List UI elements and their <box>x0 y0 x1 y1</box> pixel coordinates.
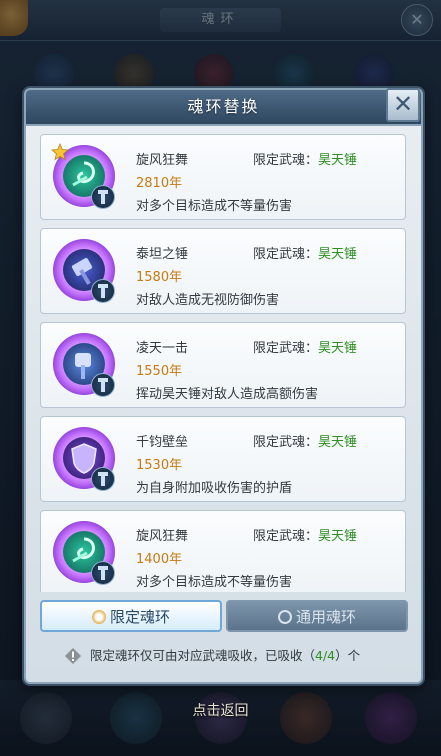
close-icon: ✕ <box>392 90 414 118</box>
ring-card[interactable]: 凌天一击 限定武魂：昊天锤 1550年 挥动昊天锤对敌人造成高额伤害 <box>40 322 406 408</box>
ring-effect: 对多个目标造成不等量伤害 <box>136 575 293 590</box>
tab-limited-rings[interactable]: 限定魂环 <box>40 600 222 632</box>
limit-label: 限定武魂： <box>253 341 319 356</box>
absorb-notice: 限定魂环仅可由对应武魂吸收，已吸收（4/4）个 <box>64 645 394 667</box>
ring-name: 泰坦之锤 <box>136 247 189 262</box>
ring-name: 旋风狂舞 <box>136 529 189 544</box>
limit-value: 昊天锤 <box>318 529 358 544</box>
dialog-title: 魂环替换 <box>187 97 260 116</box>
ring-card[interactable]: 旋风狂舞 限定武魂：昊天锤 2810年 对多个目标造成不等量伤害 <box>40 134 406 220</box>
limit-weapon: 限定武魂：昊天锤 <box>253 431 357 450</box>
limit-value: 昊天锤 <box>318 341 358 356</box>
limit-weapon: 限定武魂：昊天锤 <box>253 149 357 168</box>
ring-effect: 对敌人造成无视防御伤害 <box>136 293 280 308</box>
tab-general-rings[interactable]: 通用魂环 <box>226 600 408 632</box>
weapon-badge-icon <box>91 373 115 397</box>
star-icon <box>51 143 69 161</box>
ring-year: 1400年 <box>136 552 183 567</box>
limit-label: 限定武魂： <box>253 247 319 262</box>
notice-suffix: ）个 <box>335 648 361 663</box>
limit-label: 限定武魂： <box>253 153 319 168</box>
close-button[interactable]: ✕ <box>386 88 420 122</box>
ring-year: 1580年 <box>136 270 183 285</box>
limit-value: 昊天锤 <box>318 153 358 168</box>
ring-effect: 对多个目标造成不等量伤害 <box>136 199 293 214</box>
limit-label: 限定武魂： <box>253 529 319 544</box>
ring-icon <box>277 610 292 624</box>
limit-weapon: 限定武魂：昊天锤 <box>253 525 357 544</box>
ring-list[interactable]: 旋风狂舞 限定武魂：昊天锤 2810年 对多个目标造成不等量伤害 泰坦之锤 限定… <box>40 134 407 592</box>
ring-year: 2810年 <box>136 176 183 191</box>
ring-card[interactable]: 旋风狂舞 限定武魂：昊天锤 1400年 对多个目标造成不等量伤害 <box>40 510 406 592</box>
ring-card[interactable]: 泰坦之锤 限定武魂：昊天锤 1580年 对敌人造成无视防御伤害 <box>40 228 406 314</box>
soul-ring-replace-dialog: 魂环替换 ✕ 旋风狂舞 限定武魂：昊天锤 2810年 对多个目标造成不等量伤害 <box>24 88 423 684</box>
tab-label: 通用魂环 <box>295 608 356 626</box>
limit-weapon: 限定武魂：昊天锤 <box>253 337 357 356</box>
ring-name: 千钧壁垒 <box>136 435 189 450</box>
ring-effect: 为自身附加吸收伤害的护盾 <box>136 481 293 496</box>
warning-icon <box>65 648 81 664</box>
tab-label: 限定魂环 <box>109 608 170 626</box>
weapon-badge-icon <box>91 467 115 491</box>
ring-icon <box>91 610 106 624</box>
notice-text: 限定魂环仅可由对应武魂吸收，已吸收（4/4）个 <box>90 645 360 667</box>
ring-year: 1530年 <box>136 458 183 473</box>
ring-effect: 挥动昊天锤对敌人造成高额伤害 <box>136 387 319 402</box>
limit-value: 昊天锤 <box>318 247 358 262</box>
ring-name: 旋风狂舞 <box>136 153 189 168</box>
limit-label: 限定武魂： <box>253 435 319 450</box>
dialog-header: 魂环替换 <box>26 90 421 126</box>
notice-main: 限定魂环仅可由对应武魂吸收，已吸收（ <box>90 648 316 663</box>
tap-to-return-hint[interactable]: 点击返回 <box>0 700 441 720</box>
ring-card[interactable]: 千钧壁垒 限定武魂：昊天锤 1530年 为自身附加吸收伤害的护盾 <box>40 416 406 502</box>
limit-weapon: 限定武魂：昊天锤 <box>253 243 357 262</box>
weapon-badge-icon <box>91 185 115 209</box>
absorb-count: 4/4 <box>315 648 336 663</box>
weapon-badge-icon <box>91 279 115 303</box>
weapon-badge-icon <box>91 561 115 585</box>
limit-value: 昊天锤 <box>318 435 358 450</box>
ring-name: 凌天一击 <box>136 341 189 356</box>
ring-year: 1550年 <box>136 364 183 379</box>
